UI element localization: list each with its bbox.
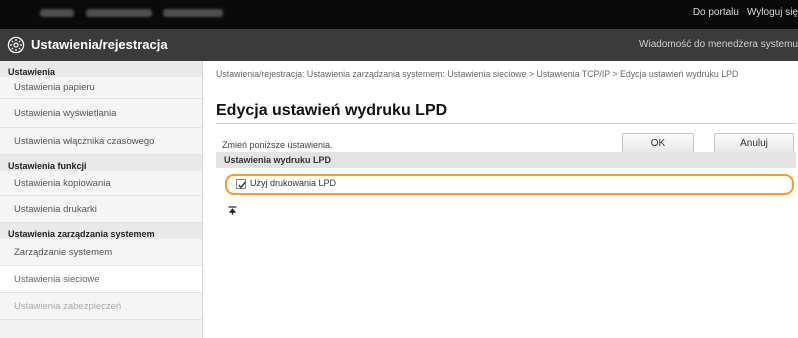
ok-button[interactable]: OK — [622, 133, 694, 154]
device-name-placeholder — [163, 9, 223, 17]
top-links: Do portalu Wyloguj się — [685, 7, 798, 18]
section-heading: Ustawienia wydruku LPD — [216, 152, 796, 168]
logout-link[interactable]: Wyloguj się — [747, 7, 798, 18]
sidebar-heading-system-management: Ustawienia zarządzania systemem — [0, 223, 202, 239]
sidebar-item-timer-settings[interactable]: Ustawienia włącznika czasowego — [0, 128, 202, 155]
sidebar-heading-settings: Ustawienia — [0, 61, 202, 77]
device-name-placeholder — [86, 9, 152, 17]
sidebar-item-copy-settings[interactable]: Ustawienia kopiowania — [0, 171, 202, 196]
sidebar-item-paper-settings[interactable]: Ustawienia papieru — [0, 77, 202, 99]
checkmark-icon — [238, 181, 246, 189]
title-divider — [216, 123, 796, 124]
title-bar: Ustawienia/rejestracja Wiadomość do mene… — [0, 29, 798, 61]
sidebar-heading-function-settings: Ustawienia funkcji — [0, 155, 202, 171]
use-lpd-label[interactable]: Użyj drukowania LPD — [250, 178, 336, 188]
breadcrumb: Ustawienia/rejestracja: Ustawienia zarzą… — [216, 69, 739, 79]
instruction-text: Zmień poniższe ustawienia. — [222, 140, 333, 150]
cancel-button[interactable]: Anuluj — [714, 133, 794, 154]
sidebar-item-network-settings[interactable]: Ustawienia sieciowe — [0, 266, 202, 293]
settings-gear-icon — [7, 36, 25, 54]
top-bar: Do portalu Wyloguj się — [0, 0, 798, 29]
portal-link[interactable]: Do portalu — [693, 7, 739, 18]
device-name-placeholder — [40, 9, 74, 17]
sidebar-item-system-management[interactable]: Zarządzanie systemem — [0, 239, 202, 266]
message-to-admin-link[interactable]: Wiadomość do menedżera systemu — [639, 39, 798, 50]
use-lpd-checkbox[interactable] — [236, 179, 246, 189]
app-title: Ustawienia/rejestracja — [31, 37, 168, 52]
sidebar-item-security-settings[interactable]: Ustawienia zabezpieczeń — [0, 293, 202, 320]
back-to-top-icon[interactable] — [228, 206, 237, 215]
page-title: Edycja ustawień wydruku LPD — [216, 102, 448, 119]
sidebar: Ustawienia Ustawienia papieru Ustawienia… — [0, 61, 203, 338]
sidebar-item-display-settings[interactable]: Ustawienia wyświetlania — [0, 99, 202, 128]
sidebar-item-printer-settings[interactable]: Ustawienia drukarki — [0, 196, 202, 223]
